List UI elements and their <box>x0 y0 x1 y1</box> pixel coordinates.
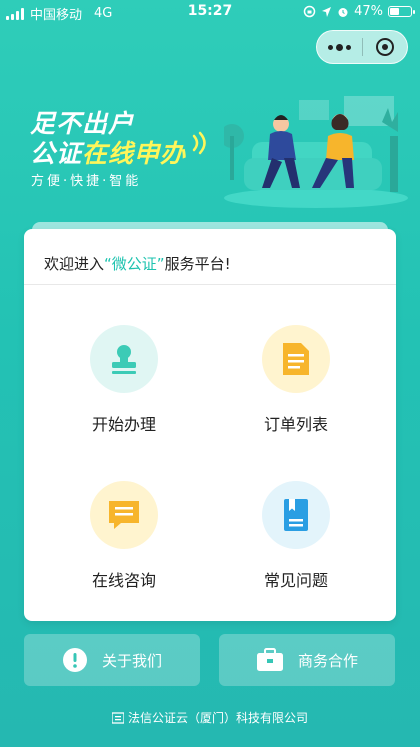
services-card: 欢迎进入“微公证”服务平台! 开始办理 订单列表 在线咨询 常见问题 <box>24 229 396 621</box>
about-us-label: 关于我们 <box>101 651 162 670</box>
screen: 中国移动 4G 15:27 47% 足不出户 公证在线申办 方便·快捷·智能 欢… <box>0 0 420 747</box>
tile-start-processing[interactable]: 开始办理 <box>39 325 209 465</box>
about-us-button[interactable]: 关于我们 <box>24 634 200 686</box>
tile-icon-circle <box>262 481 330 549</box>
card-divider <box>24 284 396 285</box>
stamp-icon <box>112 345 136 374</box>
signal-waves-icon <box>192 131 206 155</box>
battery-level <box>390 8 399 15</box>
close-button[interactable] <box>363 31 408 63</box>
more-dot-icon <box>327 44 333 50</box>
welcome-prefix: 欢迎进入 <box>44 255 105 273</box>
info-icon <box>62 647 88 673</box>
tile-label: 常见问题 <box>263 571 328 590</box>
footer: 法信公证云（厦门）科技有限公司 <box>0 709 420 726</box>
hero-title-highlight: 在线申办 <box>82 139 187 168</box>
tile-label: 订单列表 <box>263 415 328 434</box>
document-icon <box>283 343 309 375</box>
more-dot-icon <box>345 44 351 50</box>
battery-label: 47% <box>354 4 383 19</box>
tile-faq[interactable]: 常见问题 <box>211 481 381 621</box>
welcome-text: 欢迎进入“微公证”服务平台! <box>44 253 231 274</box>
tile-icon-circle <box>90 325 158 393</box>
tile-order-list[interactable]: 订单列表 <box>211 325 381 465</box>
welcome-highlight: “微公证” <box>104 255 165 273</box>
hero-tagline: 方便·快捷·智能 <box>31 174 142 189</box>
status-right: 47% <box>303 4 415 19</box>
tile-icon-circle <box>262 325 330 393</box>
chat-icon <box>109 501 139 529</box>
book-icon <box>284 499 308 531</box>
couple-illustration <box>224 96 408 208</box>
battery-icon <box>388 6 415 17</box>
rotation-lock-icon <box>303 5 316 18</box>
hero-title-part1: 公证 <box>30 139 83 168</box>
tile-online-consult[interactable]: 在线咨询 <box>39 481 209 621</box>
more-dot-icon <box>335 43 343 51</box>
tile-label: 开始办理 <box>91 415 156 434</box>
business-cooperation-button[interactable]: 商务合作 <box>219 634 395 686</box>
company-logo-icon <box>111 711 124 724</box>
more-button[interactable] <box>317 31 362 63</box>
alarm-icon <box>338 7 348 17</box>
status-bar: 中国移动 4G 15:27 47% <box>0 0 420 24</box>
welcome-suffix: 服务平台! <box>164 255 231 273</box>
footer-company: 法信公证云（厦门）科技有限公司 <box>127 711 308 725</box>
briefcase-icon <box>256 648 284 672</box>
tile-label: 在线咨询 <box>91 571 156 590</box>
miniprogram-capsule <box>316 30 408 64</box>
location-icon <box>322 6 332 17</box>
close-target-icon <box>375 38 394 56</box>
hero-title-line2: 公证在线申办 <box>30 134 186 170</box>
business-cooperation-label: 商务合作 <box>297 651 358 670</box>
tile-icon-circle <box>90 481 158 549</box>
